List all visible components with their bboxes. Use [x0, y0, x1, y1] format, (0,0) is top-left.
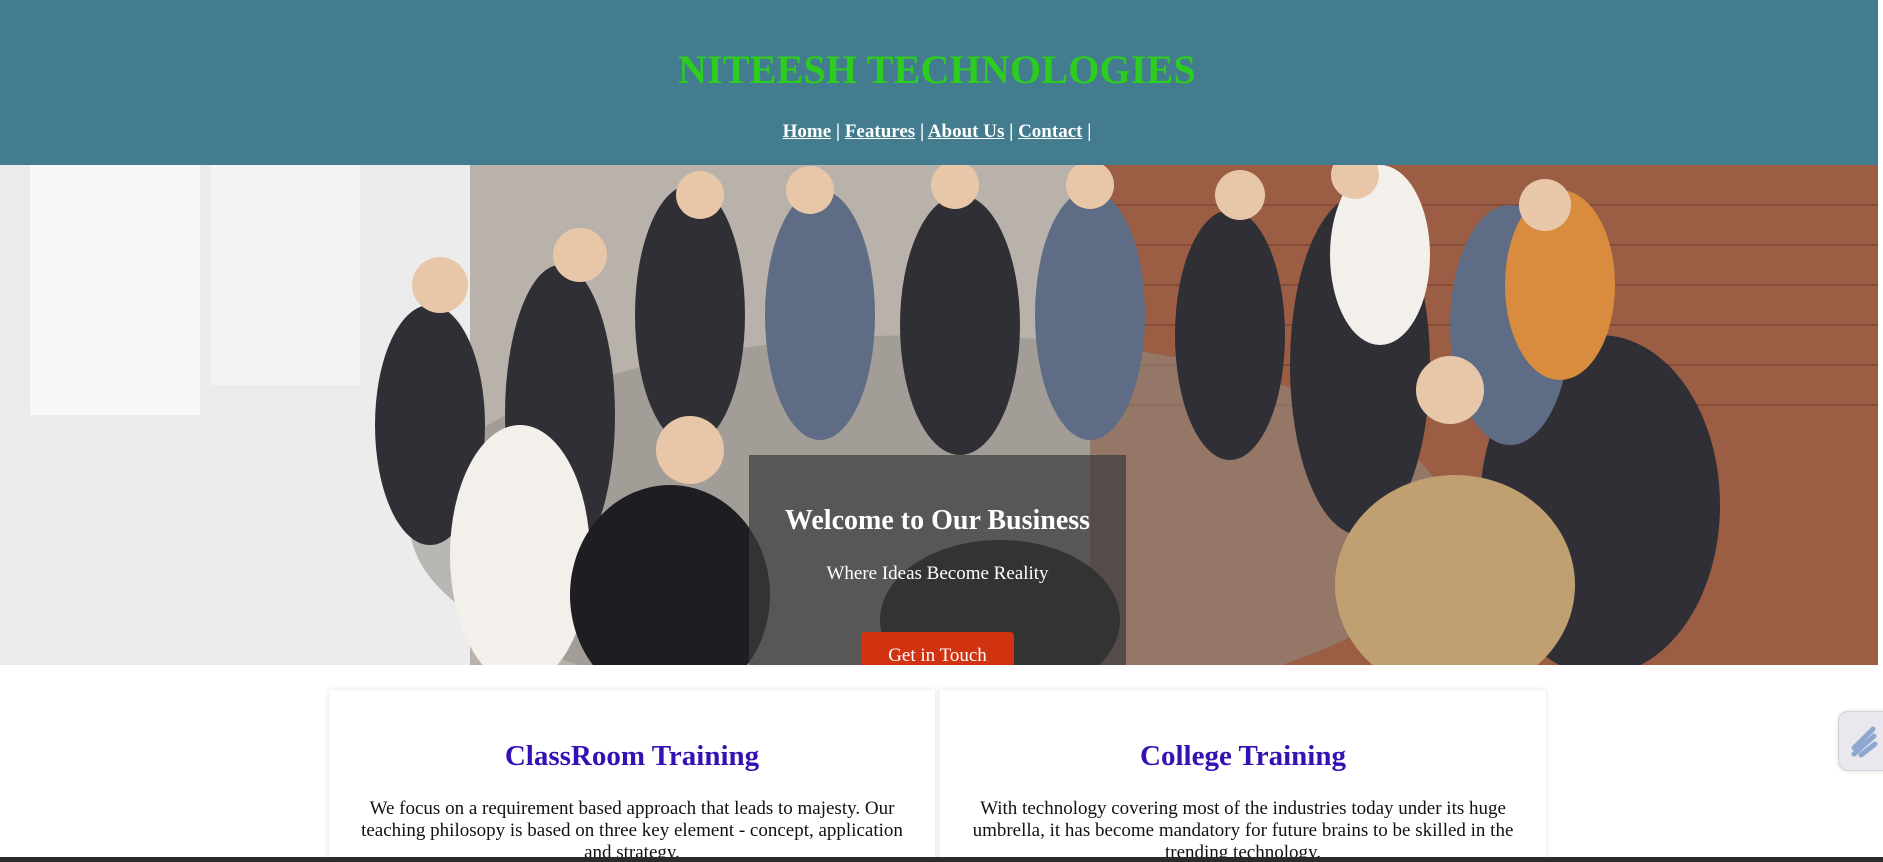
page: NITEESH TECHNOLOGIES Home | Features | A… — [0, 0, 1883, 862]
hero-section: Welcome to Our Business Where Ideas Beco… — [0, 165, 1878, 665]
nav-contact-link[interactable]: Contact — [1018, 121, 1082, 142]
card-title: College Training — [1140, 740, 1346, 772]
hero-overlay: Welcome to Our Business Where Ideas Beco… — [749, 455, 1126, 665]
nav-home-link[interactable]: Home — [783, 121, 832, 142]
card-text: We focus on a requirement based approach… — [361, 798, 903, 862]
nav-features-link[interactable]: Features — [845, 121, 915, 142]
card-text: With technology covering most of the ind… — [972, 798, 1514, 862]
nav-separator: | — [1004, 121, 1019, 142]
floating-tool-widget[interactable] — [1838, 711, 1883, 771]
hero-title: Welcome to Our Business — [784, 505, 1091, 536]
nav-about-link[interactable]: About Us — [928, 121, 1005, 142]
site-brand: NITEESH TECHNOLOGIES — [678, 47, 1196, 92]
floating-tool-icon — [1851, 726, 1878, 758]
bottom-window-bar — [0, 857, 1883, 862]
nav-separator: | — [915, 121, 928, 142]
site-header: NITEESH TECHNOLOGIES Home | Features | A… — [0, 0, 1878, 165]
main-nav: Home | Features | About Us | Contact | — [0, 121, 1874, 143]
hero-subtitle: Where Ideas Become Reality — [826, 563, 1049, 584]
nav-separator: | — [1082, 121, 1092, 142]
college-training-card: College Training With technology coverin… — [940, 690, 1546, 862]
nav-separator: | — [831, 121, 845, 142]
card-title: ClassRoom Training — [504, 740, 760, 772]
classroom-training-card: ClassRoom Training We focus on a require… — [329, 690, 935, 862]
get-in-touch-button[interactable]: Get in Touch — [861, 632, 1014, 665]
